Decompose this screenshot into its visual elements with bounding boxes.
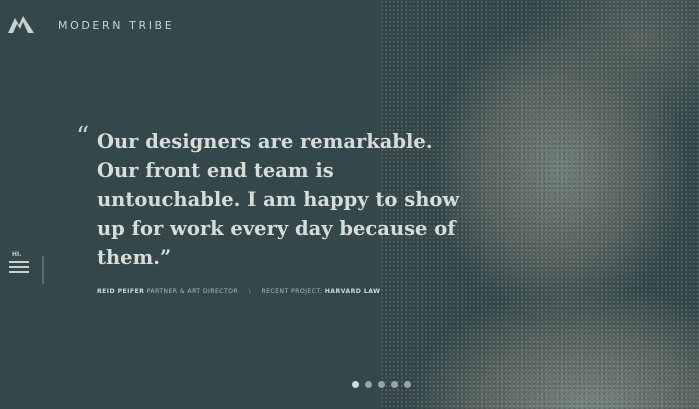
quote-line: them.” [97,246,172,269]
slider-dot[interactable] [352,381,359,388]
quote-line: untouchable. I am happy to show [97,188,460,211]
attribution-separator: \ [248,288,252,295]
person-name: REID PEIFER [97,288,145,295]
testimonial-quote: Our designers are remarkable. Our front … [97,127,460,272]
person-role: PARTNER & ART DIRECTOR [146,288,239,295]
quote-line: Our front end team is [97,159,334,182]
quote-line: up for work every day because of [97,217,456,240]
slider-dot[interactable] [391,381,398,388]
hamburger-menu-icon[interactable] [9,261,29,277]
slider-dot[interactable] [378,381,385,388]
quote-line: Our designers are remarkable. [97,130,433,153]
slider-dots [352,381,411,388]
testimonial-attribution: REID PEIFER PARTNER & ART DIRECTOR \ REC… [97,288,380,295]
project-label: RECENT PROJECT: [261,288,323,295]
brand-name[interactable]: MODERN TRIBE [58,19,174,32]
open-quote-mark: “ [76,122,90,152]
hi-label: HI. [12,251,22,258]
side-divider [42,256,44,284]
slider-dot[interactable] [404,381,411,388]
mountain-logo-icon[interactable] [8,14,34,34]
project-link[interactable]: HARVARD LAW [325,288,381,295]
slider-dot[interactable] [365,381,372,388]
